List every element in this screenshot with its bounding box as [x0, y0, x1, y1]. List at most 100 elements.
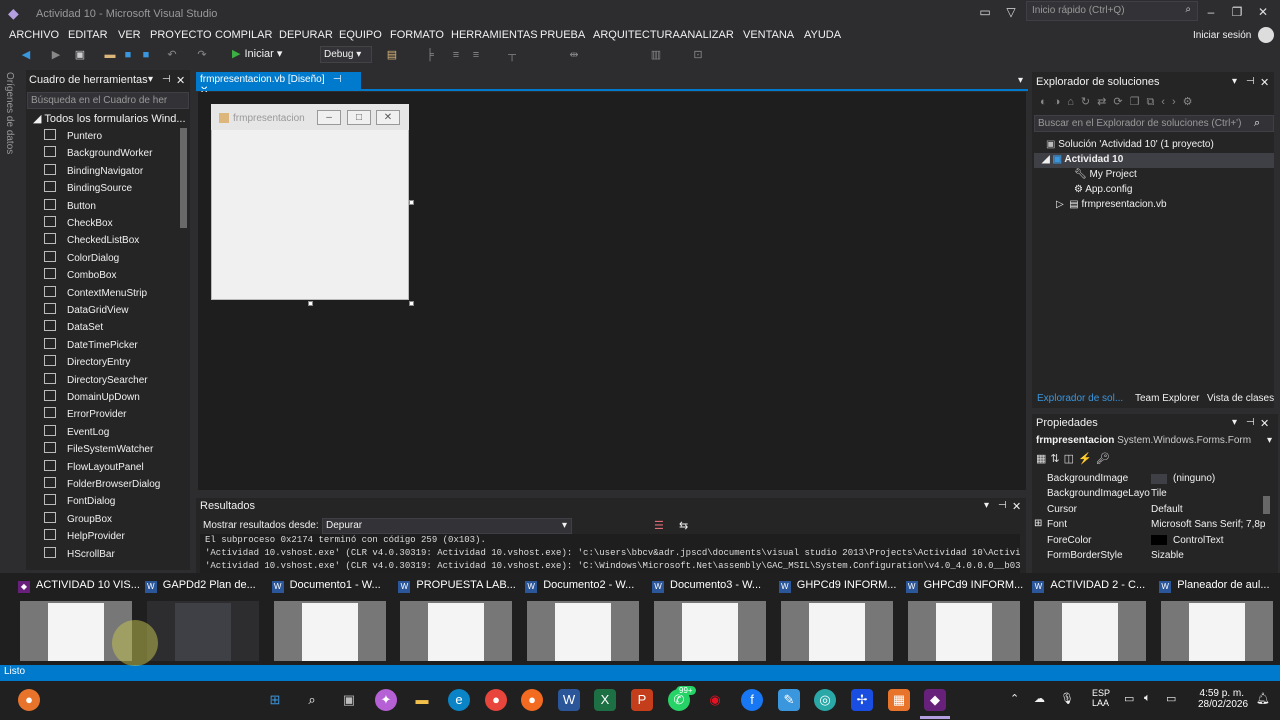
toolbox-item[interactable]: Puntero [44, 129, 102, 146]
solution-configuration-select[interactable]: Debug ▾ [320, 46, 372, 63]
redo-icon[interactable]: ↷ [196, 49, 208, 61]
globe-app-icon[interactable]: ◎ [814, 689, 836, 711]
resize-handle-bottom[interactable] [308, 301, 313, 306]
property-value[interactable]: Microsoft Sans Serif; 7,8p [1151, 519, 1266, 530]
format-icon[interactable]: ⊡ [692, 49, 704, 61]
solution-search-input[interactable]: Buscar en el Explorador de soluciones (C… [1034, 115, 1274, 132]
forward-icon[interactable]: ▶ [50, 49, 62, 61]
toolbox-item[interactable]: BindingSource [44, 181, 132, 198]
property-row[interactable]: Font Microsoft Sans Serif; 7,8p [1047, 519, 1277, 530]
menu-formato[interactable]: FORMATO [390, 29, 444, 41]
menu-ayuda[interactable]: AYUDA [804, 29, 841, 41]
property-value[interactable]: Tile [1151, 488, 1167, 499]
toolbox-item[interactable]: FileSystemWatcher [44, 442, 153, 459]
task-preview-window[interactable]: W Documento1 - W... [271, 579, 394, 665]
copilot-icon[interactable]: ✦ [375, 689, 397, 711]
input-language[interactable]: ESP LAA [1092, 688, 1110, 708]
menu-equipo[interactable]: EQUIPO [339, 29, 382, 41]
resize-handle-corner[interactable] [409, 301, 414, 306]
volume-icon[interactable]: 🔈︎ [1144, 692, 1151, 705]
toolbox-item[interactable]: BindingNavigator [44, 163, 143, 181]
tab-list-dropdown-icon[interactable]: ▾ [1018, 75, 1023, 86]
toolbox-item[interactable]: HScrollBar [44, 546, 115, 564]
feedback-icon[interactable]: ▭ [974, 3, 996, 21]
edge-icon[interactable]: e [448, 689, 470, 711]
my-project-node[interactable]: 🔧︎ My Project [1074, 169, 1137, 180]
minimize-button[interactable]: – [1200, 3, 1222, 21]
show-output-from-select[interactable]: Depurar ▾ [322, 518, 572, 534]
show-hidden-icons[interactable]: ⌃ [1010, 692, 1019, 705]
solex-dropdown-icon[interactable]: ▾ [1232, 76, 1237, 87]
task-view-icon[interactable]: ▣ [338, 689, 360, 711]
task-preview-window[interactable]: W Planeador de aul... [1159, 579, 1280, 665]
close-toolbox-icon[interactable]: ✕ [176, 74, 185, 87]
resize-handle-right[interactable] [409, 200, 414, 205]
toolbox-item[interactable]: BackgroundWorker [44, 146, 152, 163]
property-value[interactable]: Sizable [1151, 550, 1184, 561]
output-dropdown-icon[interactable]: ▾ [984, 500, 989, 511]
toolbox-item[interactable]: ColorDialog [44, 250, 119, 268]
puzzle-app-icon[interactable]: ✢ [851, 689, 873, 711]
powerpoint-icon[interactable]: P [631, 689, 653, 711]
property-row[interactable]: Cursor Default [1047, 504, 1277, 515]
solution-node[interactable]: ▣ Solución 'Actividad 10' (1 proyecto) [1046, 139, 1214, 150]
toolbox-item[interactable]: DataSet [44, 320, 103, 337]
task-preview-window[interactable]: W Documento2 - W... [525, 579, 647, 665]
output-pin-icon[interactable]: ⊣ [998, 500, 1007, 511]
firefox-icon[interactable]: ● [521, 689, 543, 711]
word-wrap-icon[interactable]: ⇆ [679, 519, 688, 532]
toolbox-item[interactable]: Button [44, 198, 96, 216]
microphone-icon[interactable]: 🎙︎ [1060, 692, 1074, 705]
toolbox-item[interactable]: ErrorProvider [44, 407, 126, 424]
frmpresentacion-node[interactable]: ▷ ▤ frmpresentacion.vb [1056, 199, 1167, 210]
paint-icon[interactable]: ✎ [778, 689, 800, 711]
start-icon[interactable]: ⊞ [264, 689, 286, 711]
toolbox-item[interactable]: DateTimePicker [44, 337, 138, 355]
props-dropdown-icon[interactable]: ▾ [1232, 417, 1237, 428]
menu-analizar[interactable]: ANALIZAR [680, 29, 734, 41]
props-pin-icon[interactable]: ⊣ [1246, 417, 1255, 428]
start-debug-button[interactable]: ▶ Iniciar ▾ [232, 47, 282, 60]
output-close-icon[interactable]: ✕ [1012, 500, 1021, 513]
toolbox-item[interactable]: HelpProvider [44, 529, 125, 546]
designer-form[interactable] [211, 104, 409, 300]
toolbox-item[interactable]: CheckedListBox [44, 233, 139, 250]
props-close-icon[interactable]: ✕ [1260, 417, 1269, 430]
task-preview-window[interactable]: W GHPCd9 INFORM... [778, 579, 901, 665]
property-value[interactable]: Default [1151, 504, 1183, 515]
property-value[interactable]: (ninguno) [1173, 473, 1215, 484]
order-icon[interactable]: ▥ [650, 49, 662, 61]
open-file-icon[interactable]: ▬ [104, 49, 116, 61]
project-node[interactable]: ◢ ▣ Actividad 10 [1042, 154, 1123, 165]
dropdown-icon[interactable]: ▾ [148, 74, 153, 85]
task-preview-window[interactable]: W GHPCd9 INFORM... [905, 579, 1028, 665]
menu-arquitectura[interactable]: ARQUITECTURA [593, 29, 680, 41]
toolbox-item[interactable]: FolderBrowserDialog [44, 477, 160, 494]
toolbox-item[interactable]: ComboBox [44, 268, 116, 285]
spacing-icon[interactable]: ⇹ [568, 49, 580, 61]
chrome-icon[interactable]: ● [485, 689, 507, 711]
tab-frmpresentacion-design[interactable]: frmpresentacion.vb [Diseño] ⊣ ✕ [196, 72, 361, 96]
sign-in-link[interactable]: Iniciar sesión [1193, 30, 1251, 41]
notifications-icon[interactable]: 🔔︎ [1256, 692, 1270, 705]
close-button[interactable]: ✕ [1252, 3, 1274, 21]
align-centers-icon[interactable]: ≡ [450, 49, 462, 61]
property-row[interactable]: BackgroundImageLayo Tile [1047, 488, 1277, 499]
menu-prueba[interactable]: PRUEBA [540, 29, 585, 41]
task-preview-window[interactable]: W GAPDd2 Plan de... [144, 579, 267, 665]
facebook-icon[interactable]: f [741, 689, 763, 711]
menu-ver[interactable]: VER [118, 29, 141, 41]
property-row[interactable]: FormBorderStyle Sizable [1047, 550, 1277, 561]
toolbox-item[interactable]: GroupBox [44, 511, 112, 529]
solex-close-icon[interactable]: ✕ [1260, 76, 1269, 89]
solex-toolbar[interactable]: ◐◑⌂↻⇄⟳❐⧉‹›⚙ [1040, 95, 1200, 109]
restore-button[interactable]: ❐ [1226, 3, 1248, 21]
network-icon[interactable]: ▭ [1124, 692, 1134, 705]
menu-editar[interactable]: EDITAR [68, 29, 108, 41]
quick-launch-input[interactable]: Inicio rápido (Ctrl+Q) ⌕ [1026, 1, 1198, 21]
menu-depurar[interactable]: DEPURAR [279, 29, 333, 41]
word-icon[interactable]: W [558, 689, 580, 711]
onedrive-icon[interactable]: ☁ [1034, 692, 1045, 705]
toolbox-item[interactable]: DomainUpDown [44, 390, 140, 407]
user-avatar-icon[interactable] [1258, 27, 1274, 43]
